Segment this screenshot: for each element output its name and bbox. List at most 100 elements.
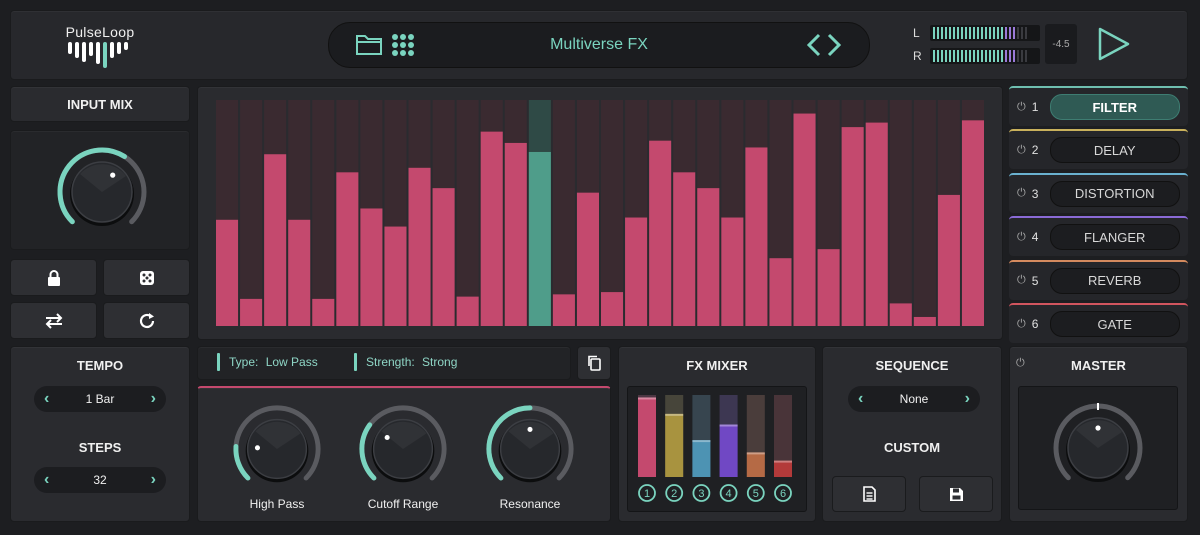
preset-next-chevron-icon[interactable] [827, 33, 842, 62]
steps-stepper[interactable]: ‹ 32 › [34, 467, 166, 493]
sequencer-step-track[interactable] [552, 100, 575, 326]
sequencer-step-bar[interactable] [889, 303, 912, 326]
sequencer-step-bar[interactable] [745, 147, 768, 326]
fx-slot-flanger[interactable]: ⏻ 4 FLANGER [1009, 216, 1188, 257]
sequencer-step-bar[interactable] [432, 188, 455, 326]
master-knob[interactable] [1050, 400, 1146, 496]
fx-slot-delay[interactable]: ⏻ 2 DELAY [1009, 129, 1188, 170]
mixer-channel-level[interactable] [638, 397, 656, 477]
input-mix-knob-svg[interactable] [54, 144, 150, 240]
sequence-prev-chevron-icon[interactable]: ‹ [858, 391, 863, 407]
sequencer-step-bar[interactable] [937, 194, 960, 326]
swap-button[interactable] [10, 302, 97, 339]
power-icon[interactable]: ⏻ [1017, 318, 1026, 331]
reset-button[interactable] [103, 302, 190, 339]
power-icon[interactable]: ⏻ [1017, 231, 1026, 244]
sequence-next-chevron-icon[interactable]: › [965, 391, 970, 407]
sequencer-step-bar[interactable] [408, 167, 431, 326]
sequencer-step-bar[interactable] [769, 258, 792, 326]
sequencer-step-bar[interactable] [721, 217, 744, 326]
filter-type-value[interactable]: Low Pass [266, 355, 318, 369]
sequencer-step-bar[interactable] [288, 219, 311, 326]
cutoff-range-knob[interactable] [356, 402, 450, 496]
sequencer-step-bar[interactable] [480, 131, 503, 326]
sequencer-step-bar[interactable] [216, 219, 239, 326]
mixer-channel-level[interactable] [692, 440, 711, 477]
sequence-stepper[interactable]: ‹ None › [848, 386, 980, 412]
tempo-next-chevron-icon[interactable]: › [151, 391, 156, 407]
fx-slot-button[interactable]: GATE [1049, 311, 1180, 337]
load-sequence-button[interactable] [832, 476, 906, 512]
filter-strength-value[interactable]: Strong [422, 355, 457, 369]
sequencer-step-track[interactable] [312, 100, 335, 326]
tempo-prev-chevron-icon[interactable]: ‹ [44, 391, 49, 407]
fx-slot-button[interactable]: REVERB [1049, 267, 1180, 294]
grid-icon[interactable] [391, 33, 415, 62]
fx-slot-filter[interactable]: ⏻ 1 FILTER [1009, 86, 1188, 126]
meter-segment [1025, 27, 1027, 39]
power-icon[interactable]: ⏻ [1017, 144, 1026, 157]
sequencer-step-bar[interactable] [456, 296, 479, 326]
mixer-channel-level[interactable] [774, 460, 792, 477]
preset-prev-chevron-icon[interactable] [806, 33, 821, 62]
sequencer-step-bar[interactable] [649, 140, 672, 326]
meter-segment [953, 50, 955, 62]
fx-slot-distortion[interactable]: ⏻ 3 DISTORTION [1009, 172, 1188, 213]
sequencer-step-bar[interactable] [312, 298, 335, 326]
sequencer-step-bar[interactable] [504, 142, 527, 326]
lock-button[interactable] [10, 259, 97, 296]
mixer-channel-level[interactable] [719, 424, 738, 477]
sequencer-step-bar[interactable] [552, 294, 575, 326]
refresh-icon [139, 312, 154, 328]
step-sequencer[interactable] [216, 100, 984, 326]
sequencer-step-bar[interactable] [865, 122, 888, 326]
sequencer-step-track[interactable] [889, 100, 912, 326]
mixer-channel-level[interactable] [665, 413, 684, 477]
copy-button[interactable] [577, 346, 611, 380]
sequencer-step-bar[interactable] [697, 188, 720, 326]
high-pass-knob[interactable] [230, 402, 324, 496]
sequencer-step-track[interactable] [456, 100, 479, 326]
sequencer-step-bar[interactable] [528, 151, 551, 326]
fx-slot-reverb[interactable]: ⏻ 5 REVERB [1009, 259, 1188, 300]
randomize-button[interactable] [103, 259, 190, 296]
mixer-channel-cap [774, 460, 792, 463]
power-icon[interactable]: ⏻ [1017, 187, 1026, 200]
mixer-channel-level[interactable] [746, 452, 765, 477]
steps-prev-chevron-icon[interactable]: ‹ [44, 472, 49, 488]
sequencer-step-bar[interactable] [673, 172, 696, 326]
sequencer-step-bar[interactable] [240, 298, 263, 326]
folder-icon[interactable] [355, 32, 383, 61]
sequencer-step-track[interactable] [240, 100, 263, 326]
fx-slot-gate[interactable]: ⏻ 6 GATE [1009, 303, 1188, 343]
sequencer-step-bar[interactable] [817, 249, 840, 326]
play-icon[interactable] [1096, 26, 1132, 67]
fx-slot-number: 2 [1031, 143, 1039, 158]
tempo-stepper[interactable]: ‹ 1 Bar › [34, 386, 166, 412]
meter-segment [957, 27, 959, 39]
sequencer-step-bar[interactable] [793, 113, 816, 326]
preset-name[interactable]: Multiverse FX [489, 36, 709, 54]
sequencer-step-bar[interactable] [961, 120, 984, 326]
power-icon[interactable]: ⏻ [1017, 101, 1026, 114]
fx-slot-button[interactable]: FILTER [1049, 94, 1180, 120]
fx-slot-button[interactable]: FLANGER [1049, 224, 1180, 251]
fx-mixer-faders[interactable]: 1 2 3 4 5 6 [632, 391, 802, 507]
sequencer-step-bar[interactable] [360, 208, 383, 326]
sequencer-step-bar[interactable] [336, 172, 359, 326]
sequencer-step-bar[interactable] [625, 217, 648, 326]
sequencer-step-bar[interactable] [264, 154, 287, 326]
sequencer-step-track[interactable] [913, 100, 936, 326]
power-icon[interactable]: ⏻ [1017, 274, 1026, 287]
input-mix-knob[interactable] [54, 144, 150, 240]
sequencer-step-bar[interactable] [913, 316, 936, 326]
sequencer-step-bar[interactable] [601, 292, 624, 326]
sequencer-step-bar[interactable] [841, 127, 864, 326]
fx-slot-button[interactable]: DISTORTION [1049, 180, 1180, 207]
resonance-knob[interactable] [483, 402, 577, 496]
sequencer-step-bar[interactable] [576, 192, 599, 326]
save-sequence-button[interactable] [919, 476, 993, 512]
fx-slot-button[interactable]: DELAY [1049, 137, 1180, 164]
sequencer-step-bar[interactable] [384, 226, 407, 326]
steps-next-chevron-icon[interactable]: › [151, 472, 156, 488]
